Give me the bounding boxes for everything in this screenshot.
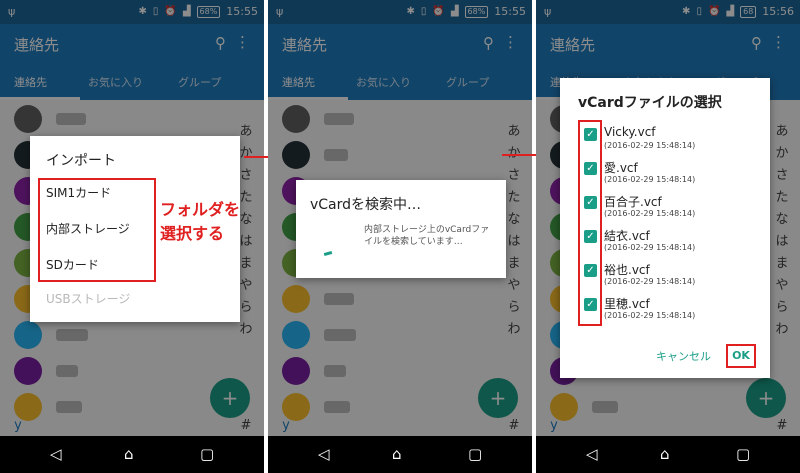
dialog-title: インポート	[46, 153, 116, 169]
searching-dialog: vCardを検索中… 内部ストレージ上のvCardファイルを検索しています…	[296, 180, 506, 278]
dialog-title: vCardファイルの選択	[578, 95, 722, 111]
cancel-button[interactable]: キャンセル	[656, 348, 711, 364]
back-icon[interactable]: ◁	[586, 445, 598, 463]
home-icon[interactable]: ⌂	[392, 445, 402, 463]
vcard-name: Vicky.vcf	[604, 125, 656, 139]
dialog-message: 内部ストレージ上のvCardファイルを検索しています…	[364, 225, 490, 247]
annotation-line2: 選択する	[160, 224, 225, 243]
vcard-date: (2016-02-29 15:48:14)	[604, 141, 696, 150]
back-icon[interactable]: ◁	[318, 445, 330, 463]
recent-apps-icon[interactable]: ▢	[200, 445, 214, 463]
progress-spinner	[323, 251, 333, 256]
vcard-name: 結衣.vcf	[604, 229, 650, 243]
nav-bar: ◁ ⌂ ▢	[268, 436, 532, 473]
annotation-line1: フォルダを	[160, 200, 241, 219]
highlight-box	[578, 120, 602, 326]
recent-apps-icon[interactable]: ▢	[736, 445, 750, 463]
vcard-name: 愛.vcf	[604, 161, 638, 175]
home-icon[interactable]: ⌂	[124, 445, 134, 463]
home-icon[interactable]: ⌂	[660, 445, 670, 463]
nav-bar: ◁ ⌂ ▢	[0, 436, 264, 473]
recent-apps-icon[interactable]: ▢	[468, 445, 482, 463]
highlight-box	[38, 178, 156, 282]
ok-button[interactable]: OK	[726, 344, 756, 368]
vcard-name: 裕也.vcf	[604, 263, 650, 277]
nav-bar: ◁ ⌂ ▢	[536, 436, 800, 473]
vcard-date: (2016-02-29 15:48:14)	[604, 311, 696, 320]
vcard-name: 百合子.vcf	[604, 195, 662, 209]
vcard-date: (2016-02-29 15:48:14)	[604, 277, 696, 286]
annotation-text: フォルダを 選択する	[160, 198, 240, 246]
vcard-date: (2016-02-29 15:48:14)	[604, 243, 696, 252]
option-usb-storage: USBストレージ	[46, 292, 131, 306]
vcard-date: (2016-02-29 15:48:14)	[604, 209, 696, 218]
dialog-title: vCardを検索中…	[310, 197, 422, 213]
vcard-name: 里穂.vcf	[604, 297, 650, 311]
vcard-date: (2016-02-29 15:48:14)	[604, 175, 696, 184]
back-icon[interactable]: ◁	[50, 445, 62, 463]
